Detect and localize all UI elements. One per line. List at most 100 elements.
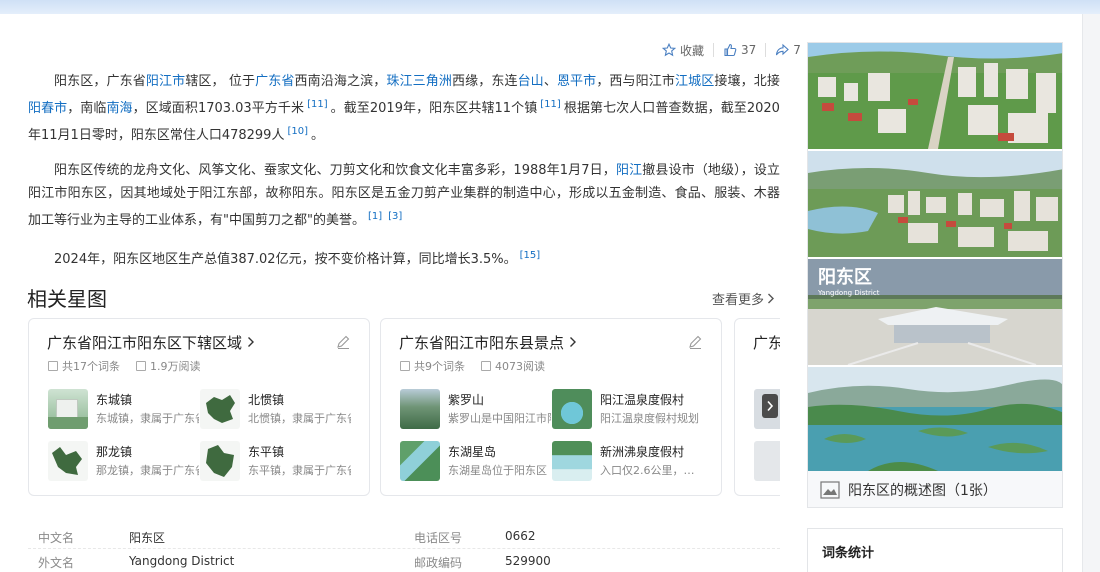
paragraph: 2024年，阳东区地区生产总值387.02亿元，按不变价格计算，同比增长3.5%…: [54, 250, 541, 267]
list-item[interactable]: 阳江温泉度假村 阳江温泉度假村规划: [552, 389, 702, 429]
list-item[interactable]: 北惯镇 北惯镇，隶属于广东省阳江市: [200, 389, 351, 429]
item-name: 那龙镇: [96, 445, 133, 459]
scrollbar[interactable]: [1082, 14, 1100, 572]
link-yangjiang-city[interactable]: 阳江市: [146, 74, 185, 89]
info-row: 外文名 Yangdong District 邮政编码 529900: [28, 549, 780, 572]
photo-town-view: [808, 151, 1062, 257]
link-pearl-river-delta[interactable]: 珠江三角洲: [386, 74, 452, 89]
list-item[interactable]: 东城镇 东城镇，隶属于广东省阳江市阳东区: [48, 389, 199, 429]
stamp: 阳东区 Yangdong District: [818, 267, 880, 297]
summary-gallery[interactable]: 阳东区 Yangdong District 阳东区的概述图（1张）: [807, 42, 1063, 508]
stats-title: 词条统计: [822, 546, 875, 561]
reference-link[interactable]: [3]: [388, 211, 402, 222]
card-title[interactable]: 广东省阳江市阳东县景点: [399, 332, 577, 353]
photo-aerial-city: [808, 43, 1062, 149]
reads-icon: [136, 361, 146, 371]
favorite-label: 收藏: [680, 43, 705, 58]
entries-icon: [48, 361, 58, 371]
action-bar: 收藏 37 7: [662, 42, 801, 58]
basic-info-table: 中文名 阳东区 电话区号 0662 外文名 Yangdong District …: [28, 524, 780, 572]
paragraph: 阳东区传统的龙舟文化、风筝文化、蚕家文化、刀剪文化和饮食文化丰富多彩，1988年…: [28, 163, 780, 228]
item-desc: 东平镇，隶属于广东省阳江市: [248, 464, 351, 477]
item-thumbnail: [200, 441, 240, 481]
paragraph: 阳东区，广东省阳江市辖区， 位于广东省西南沿海之滨，珠江三角洲西缘，东连台山、恩…: [28, 74, 780, 143]
item-name: 北惯镇: [248, 393, 285, 407]
reference-link[interactable]: [1]: [368, 211, 382, 222]
related-card[interactable]: 广东省阳江市阳东县景点 共9个词条4073阅读 紫罗山 紫罗山是中国阳江市阳东区…: [380, 318, 722, 496]
item-desc: 入口仅2.6公里，…: [600, 464, 695, 477]
item-thumbnail: [552, 441, 592, 481]
favorite-button[interactable]: 收藏: [662, 42, 704, 59]
item-desc: 紫罗山是中国阳江市阳东区: [448, 412, 551, 425]
item-desc: 阳江温泉度假村规划: [600, 412, 699, 425]
entries-icon: [400, 361, 410, 371]
link-yangjiang[interactable]: 阳江: [616, 163, 642, 178]
edit-icon[interactable]: [687, 334, 703, 350]
card-title[interactable]: 广东省阳江市阳东区下辖区域: [47, 332, 255, 353]
reference-link[interactable]: [15]: [520, 250, 541, 261]
list-item[interactable]: [754, 441, 780, 481]
carousel-next-button[interactable]: [762, 394, 778, 418]
item-thumbnail: [400, 441, 440, 481]
chevron-right-icon: [247, 337, 254, 347]
list-item[interactable]: 新洲沸泉度假村 入口仅2.6公里，…: [552, 441, 702, 481]
info-row: 中文名 阳东区 电话区号 0662: [28, 524, 780, 549]
card-meta: 共9个词条 4073阅读: [400, 358, 545, 374]
article-body: 阳东区，广东省阳江市辖区， 位于广东省西南沿海之滨，珠江三角洲西缘，东连台山、恩…: [28, 70, 780, 283]
item-thumbnail: [200, 389, 240, 429]
reference-link[interactable]: [11]: [307, 99, 328, 110]
item-thumbnail: [552, 389, 592, 429]
entry-stats-panel: 词条统计: [807, 528, 1063, 572]
top-bar: [0, 0, 1100, 14]
info-value: Yangdong District: [129, 554, 235, 568]
info-value: 529900: [505, 554, 551, 568]
list-item[interactable]: 东平镇 东平镇，隶属于广东省阳江市: [200, 441, 351, 481]
info-value: 0662: [505, 529, 536, 543]
link-enping[interactable]: 恩平市: [557, 74, 596, 89]
share-button[interactable]: 7: [775, 43, 801, 57]
card-meta: 共17个词条 1.9万阅读: [48, 358, 201, 374]
link-south-sea[interactable]: 南海: [106, 101, 132, 116]
star-icon: [662, 43, 676, 57]
item-name: 紫罗山: [448, 393, 485, 407]
share-count: 7: [793, 43, 801, 57]
section-title: 相关星图: [27, 287, 107, 311]
chevron-right-icon: [569, 337, 576, 347]
item-thumbnail: [48, 389, 88, 429]
gallery-caption[interactable]: 阳东区的概述图（1张）: [808, 471, 1062, 507]
list-item[interactable]: 紫罗山 紫罗山是中国阳江市阳东区: [400, 389, 551, 429]
link-yangchun[interactable]: 阳春市: [28, 101, 67, 116]
divider: [765, 43, 767, 57]
image-icon: [820, 481, 840, 499]
info-value: 阳东区: [129, 531, 166, 545]
info-key: 外文名: [38, 556, 75, 570]
share-icon: [776, 43, 790, 56]
related-card[interactable]: 广东省阳江市阳东区下辖区域 共17个词条 1.9万阅读 东城镇 东城镇，隶属于广东…: [28, 318, 370, 496]
item-thumbnail: [48, 441, 88, 481]
link-guangdong[interactable]: 广东省: [255, 74, 294, 89]
item-desc: 北惯镇，隶属于广东省阳江市: [248, 412, 351, 425]
view-more-link[interactable]: 查看更多: [712, 289, 775, 308]
reference-link[interactable]: [11]: [540, 99, 561, 110]
reference-link[interactable]: [10]: [287, 126, 308, 137]
list-item[interactable]: 那龙镇 那龙镇，隶属于广东省阳江市: [48, 441, 199, 481]
info-key: 电话区号: [414, 531, 463, 545]
like-count: 37: [741, 43, 757, 57]
photo-district-stamp: 阳东区 Yangdong District: [808, 259, 1062, 365]
item-name: 东湖星岛: [448, 445, 497, 459]
edit-icon[interactable]: [335, 334, 351, 350]
card-title[interactable]: 广东: [753, 332, 780, 353]
chevron-right-icon: [768, 293, 775, 304]
link-jiangcheng[interactable]: 江城区: [675, 74, 714, 89]
list-item[interactable]: 东湖星岛 东湖星岛位于阳东区: [400, 441, 550, 481]
info-key: 中文名: [38, 531, 75, 545]
divider: [713, 43, 715, 57]
link-taishan[interactable]: 台山: [518, 74, 544, 89]
item-desc: 东湖星岛位于阳东区: [448, 464, 547, 477]
item-thumbnail: [400, 389, 440, 429]
item-name: 东平镇: [248, 445, 285, 459]
item-thumbnail: [754, 441, 780, 481]
like-button[interactable]: 37: [723, 43, 756, 57]
related-cards: 广东省阳江市阳东区下辖区域 共17个词条 1.9万阅读 东城镇 东城镇，隶属于广东…: [28, 318, 780, 496]
item-name: 阳江温泉度假村: [600, 393, 685, 407]
